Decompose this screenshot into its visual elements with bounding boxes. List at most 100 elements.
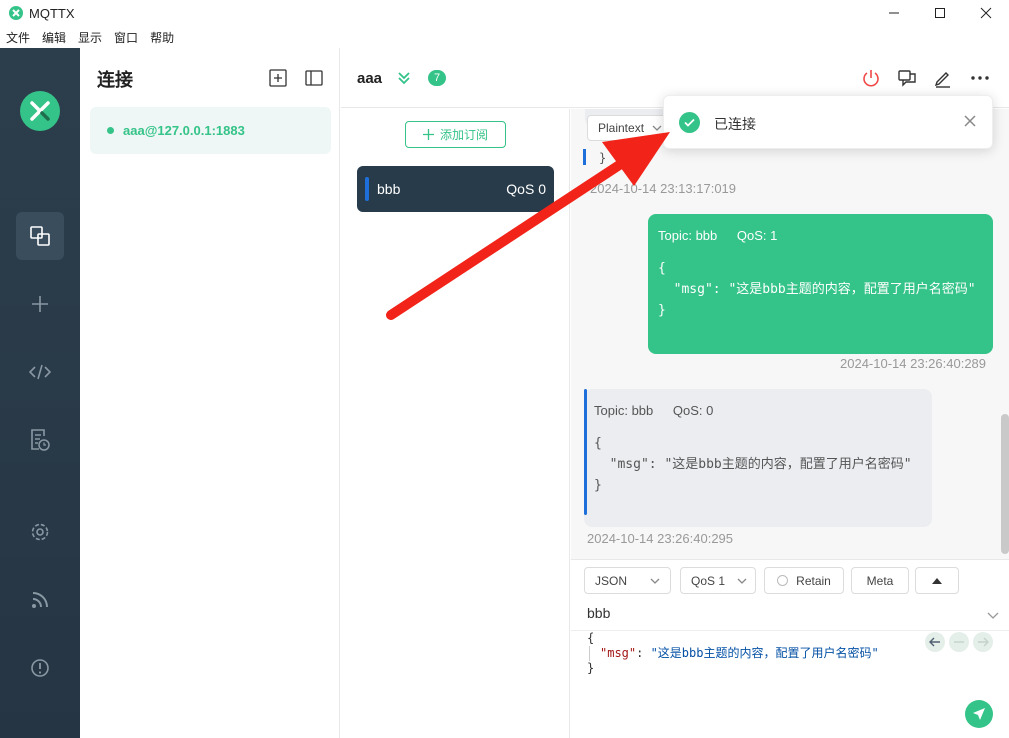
send-icon <box>973 708 985 720</box>
compose-topic-input[interactable]: bbb <box>587 605 610 621</box>
message-meta: Topic: bbb QoS: 0 <box>594 403 729 418</box>
menu-window[interactable]: 窗口 <box>108 29 144 46</box>
topic-history-chevron-icon[interactable] <box>987 608 999 623</box>
layout-icon <box>305 70 323 86</box>
arrow-right-icon <box>978 637 989 647</box>
maximize-button[interactable] <box>917 0 963 26</box>
message-topic: Topic: bbb <box>658 228 718 243</box>
more-options-button[interactable] <box>969 67 991 89</box>
chevron-down-icon <box>737 578 747 584</box>
nav-about-button[interactable] <box>16 644 64 692</box>
power-icon <box>863 70 879 87</box>
nav-feed-button[interactable] <box>16 576 64 624</box>
compose-format-select[interactable]: JSON <box>584 567 671 594</box>
message-qos: QoS: 0 <box>672 403 714 418</box>
message-timestamp: 2024-10-14 23:26:40:295 <box>587 531 734 546</box>
edit-connection-button[interactable] <box>932 67 954 89</box>
nav-settings-button[interactable] <box>16 508 64 556</box>
gear-icon <box>31 523 49 541</box>
nav-new-connection-button[interactable] <box>16 280 64 328</box>
menu-view[interactable]: 显示 <box>72 29 108 46</box>
send-message-button[interactable] <box>965 700 993 728</box>
subscription-color-bar <box>365 177 369 201</box>
payload-key: "msg" <box>600 646 637 660</box>
minus-icon <box>954 641 964 643</box>
meta-label: Meta <box>866 573 894 588</box>
chevron-down-icon <box>652 125 662 131</box>
history-forward-button[interactable] <box>973 632 993 652</box>
close-window-button[interactable] <box>963 0 1009 26</box>
collapse-chevron-icon[interactable] <box>396 70 412 89</box>
meta-button[interactable]: Meta <box>851 567 909 594</box>
message-timestamp: 2024-10-14 23:13:17:019 <box>590 181 737 196</box>
more-dots-icon <box>971 76 989 80</box>
log-icon <box>31 429 50 451</box>
compose-format-value: JSON <box>595 573 628 588</box>
previous-message-body: } <box>599 151 607 165</box>
code-icon <box>29 364 51 380</box>
left-nav <box>0 48 80 738</box>
nav-connections-button[interactable] <box>16 212 64 260</box>
toast-message: 已连接 <box>714 116 756 132</box>
connection-name: aaa@127.0.0.1:1883 <box>123 123 245 138</box>
message-scrollbar[interactable] <box>1001 414 1009 554</box>
message-timestamp: 2024-10-14 23:26:40:289 <box>840 356 987 371</box>
nav-script-button[interactable] <box>16 348 64 396</box>
message-meta: Topic: bbb QoS: 1 <box>658 228 793 243</box>
subscription-qos: QoS 0 <box>506 181 546 197</box>
rss-icon <box>32 592 48 608</box>
history-reset-button[interactable] <box>949 632 969 652</box>
payload-format-value: Plaintext <box>598 121 645 135</box>
history-back-button[interactable] <box>925 632 945 652</box>
minimize-button[interactable] <box>871 0 917 26</box>
add-square-icon <box>269 69 287 87</box>
connections-icon <box>30 226 50 246</box>
connection-title: aaa <box>357 70 383 87</box>
outgoing-message[interactable]: Topic: bbb QoS: 1 { "msg": "这是bbb主题的内容，配… <box>648 214 993 354</box>
connected-status-dot <box>107 127 114 134</box>
info-icon <box>31 659 49 677</box>
menu-edit[interactable]: 编辑 <box>36 29 72 46</box>
caret-up-icon <box>932 578 942 584</box>
message-body: { "msg": "这是bbb主题的内容，配置了用户名密码" } <box>658 261 976 318</box>
close-icon <box>964 115 976 127</box>
compose-qos-select[interactable]: QoS 1 <box>680 567 756 594</box>
add-subscription-label: 添加订阅 <box>439 128 488 142</box>
menu-bar: 文件 编辑 显示 窗口 帮助 <box>0 27 1009 48</box>
app-logo-icon <box>9 6 23 20</box>
retain-label: Retain <box>796 573 831 588</box>
add-subscription-button[interactable]: 添加订阅 <box>405 121 506 148</box>
new-connection-button[interactable] <box>269 69 287 87</box>
arrow-left-icon <box>929 637 940 647</box>
payload-format-select[interactable]: Plaintext <box>587 115 667 141</box>
connections-panel: 连接 aaa@127.0.0.1:1883 <box>80 48 340 738</box>
connections-title: 连接 <box>97 70 133 90</box>
connection-item[interactable]: aaa@127.0.0.1:1883 <box>90 107 331 154</box>
payload-value: "这是bbb主题的内容，配置了用户名密码" <box>650 646 879 660</box>
menu-file[interactable]: 文件 <box>0 29 36 46</box>
previous-message-bar <box>583 149 586 165</box>
expand-compose-button[interactable] <box>915 567 959 594</box>
disconnect-button[interactable] <box>860 67 882 89</box>
toggle-layout-button[interactable] <box>305 69 323 87</box>
compose-panel: JSON QoS 1 Retain Meta bbb { "msg": "这是b… <box>571 559 1009 738</box>
plus-icon <box>422 129 434 140</box>
chevron-down-icon <box>650 578 660 584</box>
retain-toggle[interactable]: Retain <box>764 567 844 594</box>
unread-count-badge: 7 <box>428 70 446 86</box>
incoming-message[interactable]: Topic: bbb QoS: 0 { "msg": "这是bbb主题的内容，配… <box>584 389 932 527</box>
payload-line-open: { <box>587 631 595 645</box>
menu-help[interactable]: 帮助 <box>144 29 180 46</box>
compose-payload-editor[interactable]: { "msg": "这是bbb主题的内容，配置了用户名密码" } <box>587 631 879 676</box>
toast-close-button[interactable] <box>964 115 976 130</box>
title-bar: MQTTX <box>0 0 1009 26</box>
new-window-button[interactable] <box>896 67 918 89</box>
subscriptions-panel: 添加订阅 bbb QoS 0 <box>341 109 570 738</box>
connected-toast: 已连接 <box>663 95 993 149</box>
success-check-icon <box>679 112 700 133</box>
window-controls <box>871 0 1009 26</box>
message-body: { "msg": "这是bbb主题的内容，配置了用户名密码" } <box>594 436 912 493</box>
subscription-item[interactable]: bbb QoS 0 <box>357 166 554 212</box>
nav-log-button[interactable] <box>16 416 64 464</box>
mqttx-logo-icon <box>20 91 60 131</box>
